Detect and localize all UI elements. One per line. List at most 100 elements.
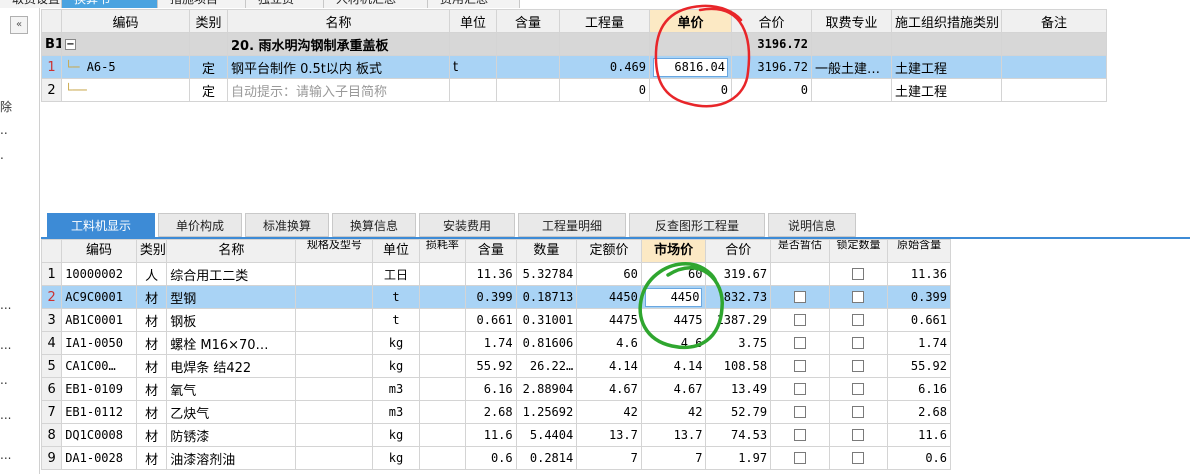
table-row[interactable]: 4 IA1-0050 材螺栓 M16×70… kg 1.74 0.81606 4.6 4.6 3… <box>40 331 951 355</box>
cell-market-price[interactable]: 13.7 <box>640 423 707 447</box>
checkbox[interactable] <box>793 314 806 326</box>
col-header-provisional[interactable]: 是否暂估 <box>770 239 830 263</box>
tab-labor-material-display[interactable]: 工料机显示 <box>47 213 155 237</box>
cell-unit[interactable]: t <box>372 308 420 332</box>
cell-unit[interactable]: m3 <box>372 400 420 424</box>
cell-content[interactable]: 0.661 <box>465 308 517 332</box>
cell-quantity[interactable]: 5.4404 <box>515 423 578 447</box>
col-header-type[interactable]: 类别 <box>189 9 228 33</box>
cell-lock-quantity[interactable] <box>828 285 889 309</box>
cell-note[interactable] <box>1001 78 1107 102</box>
col-header-unit[interactable]: 单位 <box>372 239 420 263</box>
cell-lock-quantity[interactable] <box>828 400 889 424</box>
cell-content[interactable] <box>496 78 560 102</box>
checkbox[interactable] <box>793 429 806 441</box>
col-header-unit-price[interactable]: 单价 <box>649 9 732 33</box>
cell-lock-quantity[interactable] <box>828 308 889 332</box>
cell-unit[interactable]: m3 <box>372 377 420 401</box>
cell-market-price[interactable]: 4450 <box>640 285 707 309</box>
cell-code[interactable]: AB1C0001 <box>61 308 137 332</box>
cell-unit[interactable]: t <box>449 55 497 79</box>
cell-loss-rate[interactable] <box>418 423 467 447</box>
col-header-spec[interactable]: 规格及型号 <box>295 239 374 263</box>
cell-type[interactable]: 材 <box>135 377 168 401</box>
cell-name[interactable]: 油漆溶剂油 <box>166 446 297 470</box>
cell-org-measure[interactable]: 土建工程 <box>891 78 1002 102</box>
col-header-org-measure[interactable]: 施工组织措施类别 <box>891 9 1002 33</box>
col-header-code[interactable]: 编码 <box>61 239 137 263</box>
table-row[interactable]: 1 └─ A6-5 定 钢平台制作 0.5t以内 板式 t 0.469 6816… <box>41 55 1107 79</box>
cell-loss-rate[interactable] <box>418 400 467 424</box>
cell-lock-quantity[interactable] <box>828 262 889 286</box>
table-row[interactable]: 8 DQ1C0008 材防锈漆 kg 11.6 5.4404 13.7 13.7 74.53 11… <box>40 423 951 447</box>
cell-type[interactable]: 人 <box>135 262 168 286</box>
cell-market-price[interactable]: 7 <box>640 446 707 470</box>
cell-content[interactable]: 11.36 <box>465 262 517 286</box>
cell-provisional[interactable] <box>770 400 830 424</box>
tab-fee-settings[interactable]: 取费设置 <box>0 0 62 8</box>
cell-unit[interactable]: kg <box>372 423 420 447</box>
cell-content[interactable]: 1.74 <box>465 331 517 355</box>
market-price-editor[interactable]: 4450 <box>644 287 703 307</box>
checkbox[interactable] <box>793 337 806 349</box>
cell-code[interactable]: └─ A6-5 <box>61 55 190 79</box>
cell-lock-quantity[interactable] <box>828 354 889 378</box>
checkbox[interactable] <box>793 291 806 303</box>
collapse-toggle-icon[interactable]: − <box>65 38 76 50</box>
cell-name[interactable]: 氧气 <box>166 377 297 401</box>
cell-loss-rate[interactable] <box>418 262 467 286</box>
table-row[interactable]: 2 └── 定 自动提示：请输入子目简称 0 0 0 土建工程 <box>41 78 1107 102</box>
checkbox[interactable] <box>852 337 865 349</box>
cell-type[interactable]: 材 <box>135 308 168 332</box>
cell-provisional[interactable] <box>770 308 830 332</box>
cell-type[interactable]: 材 <box>135 354 168 378</box>
cell-name[interactable]: 螺栓 M16×70… <box>166 331 297 355</box>
group-row[interactable]: B1 − 20. 雨水明沟钢制承重盖板 3196.72 <box>41 32 1107 56</box>
cell-spec[interactable] <box>295 446 374 470</box>
checkbox[interactable] <box>852 406 865 418</box>
cell-name[interactable]: 电焊条 结422 <box>166 354 297 378</box>
cell-note[interactable] <box>1001 55 1107 79</box>
col-header-total[interactable]: 合价 <box>705 239 772 263</box>
cell-provisional[interactable] <box>770 285 830 309</box>
cell-unit[interactable]: 工日 <box>372 262 420 286</box>
col-header-unit[interactable]: 单位 <box>449 9 497 33</box>
cell-code[interactable]: EB1-0112 <box>61 400 137 424</box>
checkbox[interactable] <box>852 314 865 326</box>
cell-type[interactable]: 材 <box>135 423 168 447</box>
cell-content[interactable]: 6.16 <box>465 377 517 401</box>
col-header-quota-price[interactable]: 定额价 <box>576 239 642 263</box>
cell-name[interactable]: 防锈漆 <box>166 423 297 447</box>
tab-conversion-info[interactable]: 换算信息 <box>332 213 416 237</box>
tab-measures[interactable]: 措施项目 <box>158 0 246 8</box>
cell-market-price[interactable]: 60 <box>640 262 707 286</box>
cell-loss-rate[interactable] <box>418 446 467 470</box>
table-row[interactable]: 7 EB1-0112 材乙炔气 m3 2.68 1.25692 42 42 52.79 2.68 <box>40 400 951 424</box>
collapse-panel-button[interactable]: « <box>10 16 28 34</box>
cell-quantity[interactable]: 0.18713 <box>515 285 578 309</box>
tab-conversion[interactable]: 换算书 <box>62 0 158 8</box>
cell-type[interactable]: 定 <box>189 55 228 79</box>
cell-name-hint[interactable]: 自动提示：请输入子目简称 <box>227 78 450 102</box>
cell-unit-price[interactable]: 0 <box>649 78 732 102</box>
cell-content[interactable]: 0.399 <box>465 285 517 309</box>
cell-spec[interactable] <box>295 262 374 286</box>
cell-code[interactable]: 10000002 <box>61 262 137 286</box>
tab-description[interactable]: 说明信息 <box>768 213 856 237</box>
cell-market-price[interactable]: 4.6 <box>640 331 707 355</box>
checkbox[interactable] <box>852 268 865 280</box>
cell-code[interactable]: └── <box>61 78 190 102</box>
checkbox[interactable] <box>852 291 865 303</box>
cell-quantity[interactable]: 0.2814 <box>515 446 578 470</box>
cell-fee-specialty[interactable]: 一般土建… <box>811 55 892 79</box>
cell-type[interactable]: 材 <box>135 285 168 309</box>
col-header-original-content[interactable]: 原始含量 <box>887 239 951 263</box>
col-header-market-price[interactable]: 市场价 <box>640 239 707 263</box>
cell-content[interactable]: 0.6 <box>465 446 517 470</box>
cell-market-price[interactable]: 42 <box>640 400 707 424</box>
cell-market-price[interactable]: 4475 <box>640 308 707 332</box>
cell-quantity[interactable]: 2.88904 <box>515 377 578 401</box>
table-row[interactable]: 9 DA1-0028 材油漆溶剂油 kg 0.6 0.2814 7 7 1.97 0.6 <box>40 446 951 470</box>
checkbox[interactable] <box>793 452 806 464</box>
cell-loss-rate[interactable] <box>418 377 467 401</box>
